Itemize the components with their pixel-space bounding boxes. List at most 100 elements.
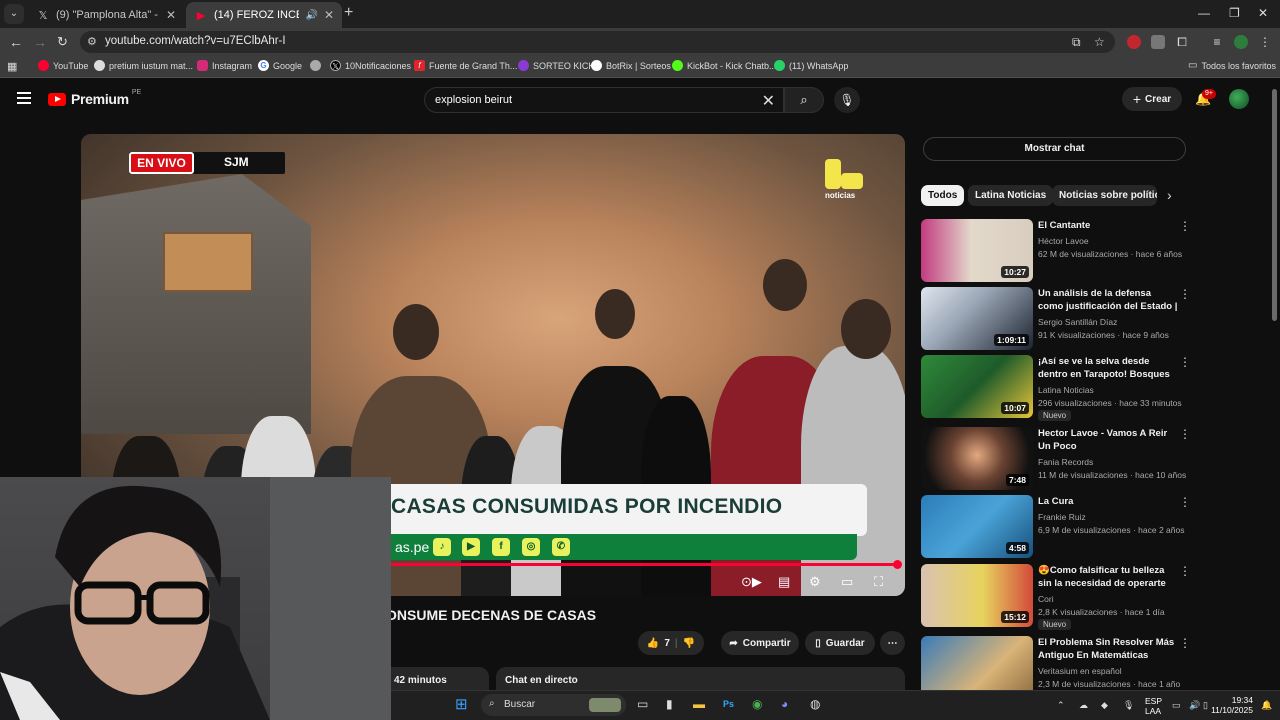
tab-youtube[interactable]: ▶ (14) FEROZ INCENDIO EN S 🔊 ✕ (186, 2, 342, 28)
windows-start-icon[interactable]: ⊞ (455, 695, 468, 713)
bookmark-globe[interactable] (310, 60, 321, 71)
like-icon[interactable]: 👍 (647, 638, 659, 649)
microphone-icon[interactable]: 🎙 (1123, 700, 1134, 711)
dislike-icon[interactable]: 👎 (683, 638, 695, 649)
volume-icon[interactable]: 🔊 (1189, 700, 1200, 711)
voice-search-button[interactable]: 🎙 (834, 87, 860, 113)
extension-red-icon[interactable] (1127, 35, 1141, 49)
bookmark-star-icon[interactable]: ☆ (1094, 35, 1105, 49)
task-view-icon[interactable]: ▭ (637, 697, 648, 711)
recommendation-item[interactable]: 15:12 😍Como falsificar tu belleza sin la… (921, 564, 1191, 630)
youtube-premium-logo[interactable]: Premium PE (48, 89, 141, 107)
system-clock[interactable]: 19:34 11/10/2025 (1211, 695, 1253, 715)
autoplay-toggle[interactable]: ⊙▶ (741, 574, 762, 590)
search-button[interactable]: ⌕ (784, 87, 824, 113)
tray-app-icon[interactable]: ◆ (1101, 700, 1108, 711)
theater-mode-icon[interactable]: ▭ (841, 574, 853, 590)
account-avatar[interactable] (1229, 89, 1249, 109)
close-window-icon[interactable]: ✕ (1258, 6, 1268, 20)
chip-politica[interactable]: Noticias sobre política (1052, 185, 1157, 206)
share-button[interactable]: ➦ Compartir (721, 631, 799, 655)
browser-menu-icon[interactable]: ⋮ (1258, 35, 1272, 49)
create-button[interactable]: + Crear (1122, 87, 1182, 111)
discord-icon[interactable]: ◕ (781, 697, 788, 711)
recommendation-item[interactable]: 7:48 Hector Lavoe - Vamos A Reir Un Poco… (921, 427, 1191, 491)
speaker-icon[interactable]: 🔊 (305, 10, 317, 21)
all-bookmarks[interactable]: ▭ Todos los favoritos (1188, 60, 1276, 71)
close-icon[interactable]: ✕ (166, 8, 176, 22)
show-chat-button[interactable]: Mostrar chat (923, 137, 1186, 161)
bookmark-instagram[interactable]: Instagram (197, 60, 252, 71)
app-icon[interactable]: ▮ (666, 697, 673, 711)
battery-icon[interactable]: ▯ (1203, 700, 1208, 711)
more-options-icon[interactable]: ⋮ (1179, 636, 1191, 650)
apps-grid-icon[interactable]: ▦ (7, 60, 17, 73)
recommendation-item[interactable]: El Problema Sin Resolver Más Antiguo En … (921, 636, 1191, 690)
video-thumbnail[interactable]: 15:12 (921, 564, 1033, 627)
more-actions-icon[interactable]: ⋯ (880, 631, 905, 655)
profile-avatar[interactable] (1234, 35, 1248, 49)
page-scrollbar[interactable] (1272, 89, 1277, 321)
bookmark-botrix[interactable]: BotRix | Sorteos (591, 60, 671, 71)
photoshop-icon[interactable]: Ps (723, 699, 734, 709)
recommendation-item[interactable]: 10:27 El Cantante Héctor Lavoe 62 M de v… (921, 219, 1191, 283)
address-bar[interactable]: ⚙ youtube.com/watch?v=u7EClbAhr-I ⧉ ☆ (80, 31, 1115, 53)
video-thumbnail[interactable]: 10:07 (921, 355, 1033, 418)
recommendation-item[interactable]: 10:07 ¡Así se ve la selva desde dentro e… (921, 355, 1191, 421)
reading-list-icon[interactable]: ≡ (1210, 35, 1224, 49)
bookmark-10notificaciones[interactable]: 𝕏 10Notificaciones (330, 60, 411, 71)
more-options-icon[interactable]: ⋮ (1179, 495, 1191, 509)
subtitles-icon[interactable]: ▤ (778, 574, 790, 590)
restore-icon[interactable]: ❐ (1229, 6, 1240, 20)
progress-bar[interactable] (381, 563, 897, 566)
notifications-icon[interactable]: 🔔 (1261, 700, 1272, 711)
tab-search-button[interactable]: ⌄ (4, 4, 24, 24)
bookmark-whatsapp[interactable]: (11) WhatsApp (774, 60, 848, 71)
chrome-icon[interactable]: ◉ (752, 697, 762, 711)
extensions-puzzle-icon[interactable]: ⧠ (1175, 35, 1189, 49)
onedrive-icon[interactable]: ☁ (1079, 700, 1088, 711)
chip-all[interactable]: Todos (921, 185, 965, 206)
video-thumbnail[interactable]: 7:48 (921, 427, 1033, 490)
minimize-icon[interactable]: — (1198, 6, 1210, 20)
language-indicator[interactable]: ESP LAA (1145, 696, 1162, 716)
video-thumbnail[interactable]: 10:27 (921, 219, 1033, 282)
more-options-icon[interactable]: ⋮ (1179, 219, 1191, 233)
bookmark-sorteo-kick[interactable]: SORTEO KICK (518, 60, 594, 71)
close-icon[interactable]: ✕ (324, 8, 334, 22)
site-info-icon[interactable]: ⚙ (87, 35, 97, 48)
more-options-icon[interactable]: ⋮ (1179, 427, 1191, 441)
reload-icon[interactable]: ↻ (57, 34, 68, 50)
bookmark-grand-theft[interactable]: f Fuente de Grand Th... (414, 60, 517, 71)
bookmark-google[interactable]: G Google (258, 60, 302, 71)
fullscreen-icon[interactable]: ⛶ (874, 574, 883, 590)
forward-icon[interactable]: → (33, 34, 47, 50)
chevron-up-icon[interactable]: ⌃ (1057, 700, 1065, 711)
more-options-icon[interactable]: ⋮ (1179, 287, 1191, 301)
video-thumbnail[interactable]: 1:09:11 (921, 287, 1033, 350)
app-icon[interactable]: ◍ (810, 697, 820, 711)
bookmark-kickbot[interactable]: KickBot - Kick Chatb... (672, 60, 777, 71)
file-explorer-icon[interactable]: ▬ (693, 697, 705, 711)
bookmark-youtube[interactable]: YouTube (38, 60, 88, 71)
recommendation-item[interactable]: 1:09:11 Un análisis de la defensa como j… (921, 287, 1191, 351)
more-options-icon[interactable]: ⋮ (1179, 355, 1191, 369)
clear-search-icon[interactable]: ✕ (762, 91, 775, 111)
bookmark-pretium[interactable]: pretium iustum mat... (94, 60, 193, 71)
settings-gear-icon[interactable]: ⚙ (809, 574, 821, 590)
back-icon[interactable]: ← (9, 34, 23, 50)
taskbar-search[interactable]: ⌕ Buscar (481, 694, 626, 716)
tab-x-search[interactable]: 𝕏 (9) "Pamplona Alta" - Buscar / X ✕ (28, 2, 184, 28)
more-options-icon[interactable]: ⋮ (1179, 564, 1191, 578)
menu-icon[interactable] (17, 92, 31, 104)
cast-icon[interactable]: ⧉ (1072, 35, 1081, 50)
search-input[interactable]: explosion beirut ✕ (424, 87, 784, 113)
network-icon[interactable]: ▭ (1172, 700, 1181, 711)
chevron-right-icon[interactable]: › (1167, 187, 1172, 203)
scrubber-handle[interactable] (893, 560, 902, 569)
video-thumbnail[interactable] (921, 636, 1033, 690)
recommendation-item[interactable]: 4:58 La Cura Frankie Ruiz 6,9 M de visua… (921, 495, 1191, 559)
chip-latina-noticias[interactable]: Latina Noticias (968, 185, 1054, 206)
save-button[interactable]: ▯ Guardar (805, 631, 875, 655)
new-tab-button[interactable]: + (344, 4, 353, 22)
